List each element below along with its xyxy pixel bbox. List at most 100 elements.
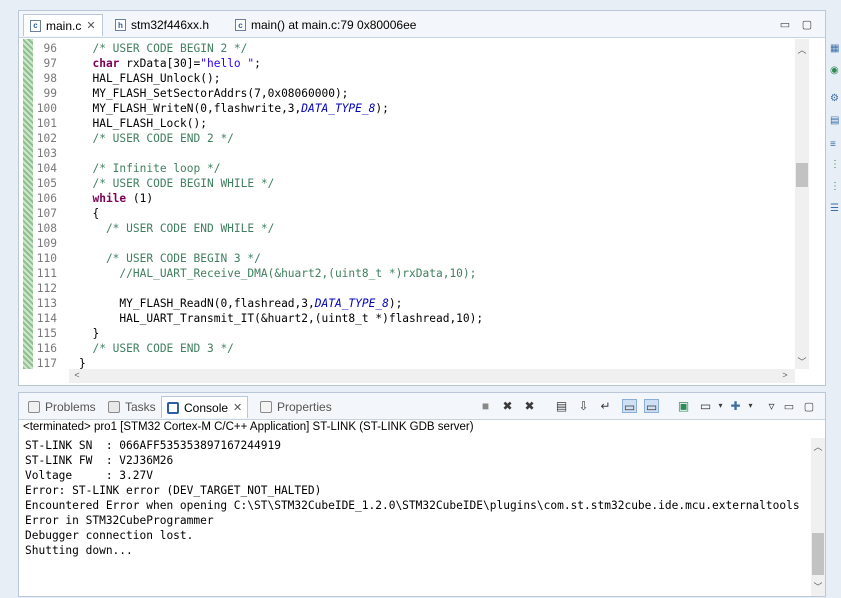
code-line[interactable]: 116 /* USER CODE END 3 */ [33, 341, 795, 356]
open-console-icon[interactable]: ✚ [728, 399, 743, 413]
remove-launch-icon[interactable]: ✖ [500, 399, 515, 413]
minimize-icon[interactable]: ▭ [779, 18, 791, 31]
chevron-down-icon[interactable]: ▾ [743, 399, 758, 413]
code-line[interactable]: 97 char rxData[30]="hello "; [33, 56, 795, 71]
line-number: 113 [36, 297, 57, 310]
code-line[interactable]: 98 HAL_FLASH_Unlock(); [33, 71, 795, 86]
memory-icon[interactable]: ⋮ [830, 182, 840, 192]
tab-label: Tasks [125, 400, 156, 414]
show-on-stdout-icon[interactable]: ▭ [622, 399, 637, 414]
code-line[interactable]: 110 /* USER CODE BEGIN 3 */ [33, 251, 795, 266]
editor-vertical-scrollbar[interactable]: ︿ ﹀ [795, 39, 809, 369]
line-number: 110 [36, 252, 57, 265]
close-icon[interactable]: ✕ [86, 19, 95, 32]
console-scroll-thumb[interactable] [812, 533, 824, 575]
scroll-up-icon[interactable]: ︿ [796, 43, 808, 56]
show-on-stderr-icon[interactable]: ▭ [644, 399, 659, 414]
scroll-left-icon[interactable]: < [71, 370, 83, 380]
code-token: /* USER CODE BEGIN WHILE */ [79, 177, 275, 190]
console-line: Error: ST-LINK error (DEV_TARGET_NOT_HAL… [25, 484, 322, 497]
right-toolbar [828, 0, 841, 597]
scroll-right-icon[interactable]: > [779, 370, 791, 380]
code-line[interactable]: 106 while (1) [33, 191, 795, 206]
tab-properties[interactable]: Properties [255, 396, 337, 418]
code-line[interactable]: 96 /* USER CODE BEGIN 2 */ [33, 41, 795, 56]
editor-scroll-thumb[interactable] [796, 163, 808, 187]
code-token: //HAL_UART_Receive_DMA(&huart2,(uint8_t … [79, 267, 477, 280]
code-token: ); [375, 102, 389, 115]
tab-label: Console [184, 400, 229, 415]
scroll-up-icon[interactable]: ︿ [812, 440, 824, 453]
line-number: 102 [36, 132, 57, 145]
code-line[interactable]: 100 MY_FLASH_WriteN(0,flashwrite,3,DATA_… [33, 101, 795, 116]
scroll-lock-icon[interactable]: ⇩ [576, 399, 591, 413]
clear-console-icon[interactable]: ▤ [554, 399, 569, 413]
pin-console-icon[interactable]: ▣ [676, 399, 691, 413]
problems-icon [28, 401, 40, 413]
code-token: (1) [126, 192, 154, 205]
display-console-icon[interactable]: ▭ [698, 399, 713, 413]
build-targets-icon[interactable]: ◉ [830, 66, 840, 76]
view-menu-icon[interactable]: ▿ [764, 399, 779, 413]
variables-icon[interactable]: ⚙ [830, 94, 840, 104]
code-line[interactable]: 113 MY_FLASH_ReadN(0,flashread,3,DATA_TY… [33, 296, 795, 311]
outline-icon[interactable]: ▦ [830, 44, 840, 54]
tab-console[interactable]: Console ✕ [161, 396, 249, 418]
code-line[interactable]: 101 HAL_FLASH_Lock(); [33, 116, 795, 131]
scroll-down-icon[interactable]: ﹀ [796, 355, 808, 368]
tab-main-at-address[interactable]: c main() at main.c:79 0x80006ee [229, 14, 422, 36]
code-line[interactable]: 107 { [33, 206, 795, 221]
word-wrap-icon[interactable]: ↵ [598, 399, 613, 413]
registers-icon[interactable]: ▤ [830, 116, 840, 126]
code-token: DATA_TYPE_8 [301, 102, 376, 115]
tab-stm32f446xx-h[interactable]: h stm32f446xx.h [109, 14, 215, 36]
tab-main-c[interactable]: c main.c ✕ [23, 14, 103, 36]
line-number: 115 [36, 327, 57, 340]
tab-problems[interactable]: Problems [23, 396, 101, 418]
tasks-icon [108, 401, 120, 413]
breakpoints-icon[interactable]: ≡ [830, 140, 840, 150]
line-number: 117 [36, 357, 57, 369]
console-panel: Problems Tasks Console ✕ Properties ■ ✖ … [18, 392, 826, 597]
code-text: char rxData[30]="hello "; [79, 56, 260, 71]
code-line[interactable]: 99 MY_FLASH_SetSectorAddrs(7,0x08060000)… [33, 86, 795, 101]
code-line[interactable]: 109 [33, 236, 795, 251]
code-line[interactable]: 112 [33, 281, 795, 296]
remove-all-icon[interactable]: ✖ [522, 399, 537, 413]
code-line[interactable]: 114 HAL_UART_Transmit_IT(&huart2,(uint8_… [33, 311, 795, 326]
code-text: MY_FLASH_ReadN(0,flashread,3,DATA_TYPE_8… [79, 296, 402, 311]
tab-label: Properties [277, 400, 332, 414]
disassembly-icon[interactable]: ☰ [830, 204, 840, 214]
window-top-strip [0, 0, 841, 10]
maximize-icon[interactable]: ▢ [801, 18, 813, 31]
line-number: 107 [36, 207, 57, 220]
tab-label: main() at main.c:79 0x80006ee [251, 18, 417, 32]
code-line[interactable]: 111 //HAL_UART_Receive_DMA(&huart2,(uint… [33, 266, 795, 281]
code-line[interactable]: 102 /* USER CODE END 2 */ [33, 131, 795, 146]
code-text: MY_FLASH_SetSectorAddrs(7,0x08060000); [79, 86, 348, 101]
code-token: HAL_UART_Transmit_IT(&huart2,(uint8_t *)… [79, 312, 484, 325]
code-editor[interactable]: 96 /* USER CODE BEGIN 2 */97 char rxData… [33, 41, 795, 369]
code-line[interactable]: 104 /* Infinite loop */ [33, 161, 795, 176]
expressions-icon[interactable]: ⋮ [830, 160, 840, 170]
code-line[interactable]: 105 /* USER CODE BEGIN WHILE */ [33, 176, 795, 191]
terminate-icon[interactable]: ■ [478, 399, 493, 413]
tab-tasks[interactable]: Tasks [103, 396, 161, 418]
editor-horizontal-scrollbar[interactable]: < > [69, 369, 795, 383]
code-line[interactable]: 103 [33, 146, 795, 161]
code-line[interactable]: 117} [33, 356, 795, 369]
editor-tab-bar: c main.c ✕ h stm32f446xx.h c main() at m… [19, 11, 825, 38]
code-token: rxData[30]= [119, 57, 201, 70]
code-line[interactable]: 115 } [33, 326, 795, 341]
minimize-icon[interactable]: ▭ [783, 400, 795, 413]
close-icon[interactable]: ✕ [233, 401, 242, 414]
code-line[interactable]: 108 /* USER CODE END WHILE */ [33, 221, 795, 236]
line-number: 104 [36, 162, 57, 175]
maximize-icon[interactable]: ▢ [803, 400, 815, 413]
tab-label: stm32f446xx.h [131, 18, 210, 32]
chevron-down-icon[interactable]: ▾ [713, 399, 728, 413]
line-number: 111 [36, 267, 57, 280]
console-output[interactable]: ST-LINK SN : 066AFF535353897167244919 ST-… [25, 438, 811, 598]
scroll-down-icon[interactable]: ﹀ [812, 580, 824, 593]
code-token: DATA_TYPE_8 [314, 297, 389, 310]
